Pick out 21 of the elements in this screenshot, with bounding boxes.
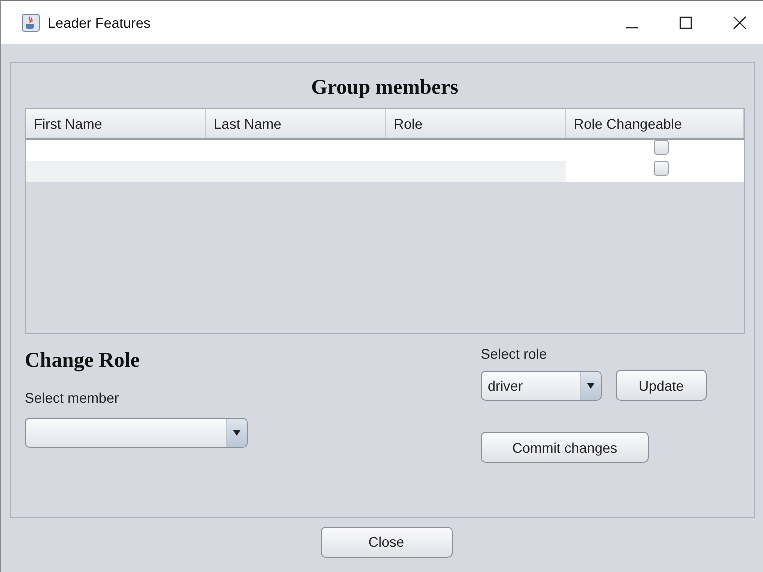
caret-icon bbox=[233, 430, 241, 436]
field-label: Select role bbox=[481, 346, 548, 362]
commit-changes-button[interactable]: Commit changes bbox=[481, 432, 649, 463]
column-header[interactable]: Role Changeable bbox=[566, 109, 744, 138]
section-heading: Change Role bbox=[25, 348, 140, 373]
window-title: Leader Features bbox=[48, 14, 151, 30]
coffee-cup-icon bbox=[22, 14, 40, 32]
role-dropdown[interactable]: driver bbox=[481, 370, 602, 400]
checkbox[interactable] bbox=[654, 161, 668, 176]
checkbox[interactable] bbox=[654, 140, 668, 155]
field-label: Select member bbox=[25, 390, 120, 406]
member-dropdown[interactable] bbox=[25, 418, 248, 448]
maximize-icon[interactable] bbox=[679, 16, 693, 30]
close-icon[interactable] bbox=[733, 16, 747, 30]
column-header[interactable]: Role bbox=[386, 109, 566, 138]
close-button[interactable]: Close bbox=[320, 526, 452, 558]
update-button[interactable]: Update bbox=[616, 370, 707, 401]
column-header[interactable]: First Name bbox=[26, 109, 206, 138]
caret-icon bbox=[587, 382, 595, 388]
section-heading: Group members bbox=[311, 75, 459, 100]
column-header[interactable]: Last Name bbox=[206, 109, 386, 138]
